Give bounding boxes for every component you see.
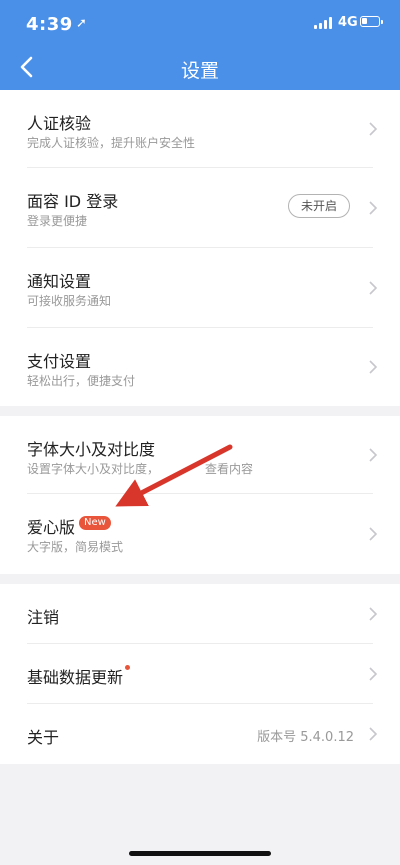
security-settings-group: 人证核验 完成人证核验，提升账户安全性 面容 ID 登录 登录更便捷 未开启 通… (0, 90, 400, 406)
page-title: 设置 (180, 60, 219, 82)
row-title: 支付设置 (27, 352, 92, 371)
row-title: 通知设置 (27, 272, 92, 291)
row-title: 字体大小及对比度 (27, 440, 156, 459)
chevron-right-icon (369, 667, 378, 681)
row-subtitle: 轻松出行，便捷支付 (27, 374, 136, 388)
battery-icon (360, 16, 383, 27)
row-subtitle: 大字版，简易模式 (27, 540, 124, 554)
chevron-right-icon (369, 448, 378, 462)
status-bar: 4:39 ➚ 4G (0, 0, 400, 44)
row-subtitle: 完成人证核验，提升账户安全性 (27, 136, 196, 150)
account-settings-group: 注销 基础数据更新 关于 版本号 5.4.0.12 (0, 584, 400, 764)
row-title: 注销 (27, 608, 60, 627)
face-id-toggle[interactable]: 未开启 (288, 194, 350, 218)
row-font-size-contrast[interactable]: 字体大小及对比度 设置字体大小及对比度， 查看内容 (0, 416, 400, 494)
row-deregister[interactable]: 注销 (0, 584, 400, 644)
chevron-right-icon (369, 281, 378, 295)
chevron-right-icon (369, 201, 378, 215)
update-dot (125, 665, 130, 670)
chevron-right-icon (369, 122, 378, 136)
signal-icon (314, 17, 334, 29)
network-type: 4G (338, 15, 358, 30)
row-title: 关于 (27, 728, 60, 747)
row-subtitle: 可接收服务通知 (27, 294, 112, 308)
version-number: 版本号 5.4.0.12 (257, 730, 354, 745)
row-subtitle-tail: 查看内容 (205, 462, 254, 476)
row-notification-settings[interactable]: 通知设置 可接收服务通知 (0, 248, 400, 328)
row-subtitle: 登录更便捷 (27, 214, 88, 228)
row-face-id-login[interactable]: 面容 ID 登录 登录更便捷 未开启 (0, 168, 400, 248)
row-care-mode[interactable]: 爱心版 New 大字版，简易模式 (0, 494, 400, 574)
home-indicator (129, 851, 271, 856)
row-basic-data-update[interactable]: 基础数据更新 (0, 644, 400, 704)
location-arrow-icon: ➚ (76, 16, 87, 31)
row-title: 基础数据更新 (27, 668, 124, 687)
chevron-right-icon (369, 360, 378, 374)
chevron-right-icon (369, 727, 378, 741)
row-subtitle: 设置字体大小及对比度， (27, 462, 160, 476)
chevron-right-icon (369, 607, 378, 621)
display-settings-group: 字体大小及对比度 设置字体大小及对比度， 查看内容 爱心版 New 大字版，简易… (0, 416, 400, 574)
chevron-right-icon (369, 527, 378, 541)
status-time: 4:39 (26, 14, 73, 35)
row-title: 人证核验 (27, 114, 92, 133)
new-badge: New (79, 516, 111, 530)
row-about[interactable]: 关于 版本号 5.4.0.12 (0, 704, 400, 764)
row-payment-settings[interactable]: 支付设置 轻松出行，便捷支付 (0, 328, 400, 406)
row-identity-verification[interactable]: 人证核验 完成人证核验，提升账户安全性 (0, 90, 400, 168)
app-header: 4:39 ➚ 4G 设置 (0, 0, 400, 90)
row-title: 面容 ID 登录 (27, 192, 119, 211)
row-title: 爱心版 (27, 518, 76, 537)
